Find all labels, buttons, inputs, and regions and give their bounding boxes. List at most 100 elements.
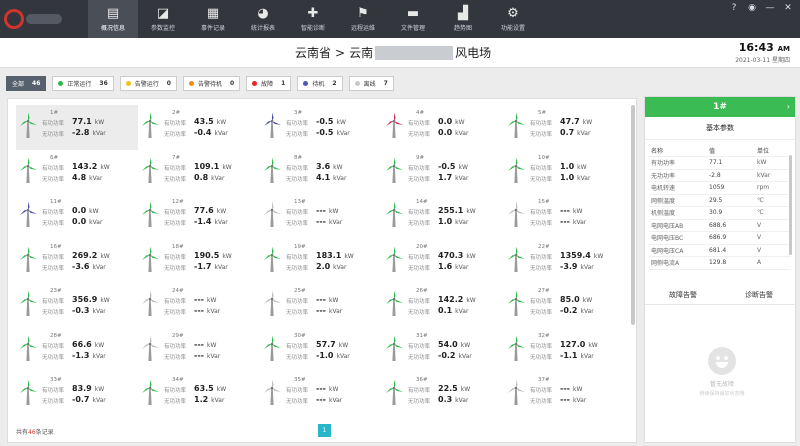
param-value: 29.5	[707, 194, 755, 207]
nav-item-event-log[interactable]: ▦ 事件记录	[188, 0, 238, 38]
turbine-detail-panel: 1# › 基本参数 名称值单位 有功功率 77.1 kW 无功功率 -2.8 kVar 电机转…	[644, 96, 797, 443]
turbine-card[interactable]: 22# 有功功率 无功功率 1359.4 kW -3.9 kVar	[504, 239, 626, 284]
turbine-card[interactable]: 29# 有功功率 无功功率 --- kW --- kVar	[138, 328, 260, 373]
unit-kw: kW	[94, 119, 105, 126]
turbine-card[interactable]: 23# 有功功率 无功功率 356.9 kW -0.3 kVar	[16, 283, 138, 328]
turbine-id: 28#	[50, 332, 62, 339]
value-number: 470.3	[438, 250, 464, 260]
reactive-power-label: 无功功率	[408, 132, 431, 138]
wind-turbine-icon	[142, 379, 159, 405]
turbine-card[interactable]: 28# 有功功率 无功功率 66.6 kW -1.3 kVar	[16, 328, 138, 373]
turbine-card[interactable]: 7# 有功功率 无功功率 109.1 kW 0.8 kVar	[138, 150, 260, 195]
turbine-card[interactable]: 25# 有功功率 无功功率 --- kW --- kVar	[260, 283, 382, 328]
filter-chip[interactable]: 正常运行 36	[52, 76, 114, 91]
turbine-id: 18#	[172, 243, 184, 250]
turbine-card[interactable]: 14# 有功功率 无功功率 255.1 kW 1.0 kVar	[382, 194, 504, 239]
active-power-label: 有功功率	[286, 165, 309, 172]
reactive-power-label: 无功功率	[530, 354, 553, 361]
turbine-card[interactable]: 34# 有功功率 无功功率 63.5 kW 1.2 kVar	[138, 372, 260, 417]
turbine-card[interactable]: 15# 有功功率 无功功率 --- kW --- kVar	[504, 194, 626, 239]
unit-kvar: kVar	[211, 174, 225, 182]
turbine-card[interactable]: 8# 有功功率 无功功率 3.6 kW 4.1 kVar	[260, 150, 382, 195]
unit-kvar: kVar	[455, 263, 469, 271]
turbine-card[interactable]: 3# 有功功率 无功功率 -0.5 kW -0.5 kVar	[260, 105, 382, 150]
turbine-card[interactable]: 4# 有功功率 无功功率 0.0 kW 0.0 kVar	[382, 105, 504, 150]
company-logo-icon	[4, 7, 64, 31]
turbine-card[interactable]: 33# 有功功率 无功功率 83.9 kW -0.7 kVar	[16, 372, 138, 417]
turbine-card[interactable]: 5# 有功功率 无功功率 47.7 kW 0.7 kVar	[504, 105, 626, 150]
turbine-card[interactable]: 20# 有功功率 无功功率 470.3 kW 1.6 kVar	[382, 239, 504, 284]
unit-kw: kW	[216, 386, 227, 393]
reactive-power-value: 1.0 kVar	[560, 173, 590, 182]
nav-item-remote-maintenance[interactable]: ⚑ 远程运维	[338, 0, 388, 38]
detail-title: 1#	[713, 102, 727, 112]
page-1-button[interactable]: 1	[318, 424, 331, 437]
turbine-card[interactable]: 2# 有功功率 无功功率 43.5 kW -0.4 kVar	[138, 105, 260, 150]
turbine-card[interactable]: 9# 有功功率 无功功率 -0.5 kW 1.7 kVar	[382, 150, 504, 195]
turbine-card[interactable]: 6# 有功功率 无功功率 143.2 kW 4.8 kVar	[16, 150, 138, 195]
reactive-power-label: 无功功率	[408, 399, 431, 405]
filter-chip[interactable]: 告警待机 0	[182, 76, 241, 91]
turbine-card[interactable]: 35# 有功功率 无功功率 --- kW --- kVar	[260, 372, 382, 417]
wind-turbine-icon	[264, 290, 281, 316]
wind-turbine-icon	[142, 290, 159, 316]
unit-kvar: kVar	[92, 352, 106, 360]
tab-fault-alarm[interactable]: 故障告警	[669, 290, 697, 300]
reactive-power-value: -1.7 kVar	[194, 262, 228, 271]
turbine-card[interactable]: 31# 有功功率 无功功率 54.0 kW -0.2 kVar	[382, 328, 504, 373]
turbine-card[interactable]: 26# 有功功率 无功功率 142.2 kW 0.1 kVar	[382, 283, 504, 328]
turbine-card[interactable]: 37# 有功功率 无功功率 --- kW --- kVar	[504, 372, 626, 417]
reactive-power-value: 0.0 kVar	[72, 217, 102, 226]
unit-kw: kW	[328, 208, 339, 215]
turbine-id: 20#	[416, 243, 428, 250]
active-power-value: 183.1 kW	[316, 251, 354, 260]
turbine-card[interactable]: 32# 有功功率 无功功率 127.0 kW -1.1 kVar	[504, 328, 626, 373]
value-number: -0.2	[560, 306, 578, 315]
active-power-label: 有功功率	[530, 210, 553, 216]
filter-chip[interactable]: 离线 7	[348, 76, 394, 91]
turbine-card[interactable]: 10# 有功功率 无功功率 1.0 kW 1.0 kVar	[504, 150, 626, 195]
unit-kvar: kVar	[455, 308, 469, 315]
detail-subtitle: 基本参数	[645, 117, 795, 140]
turbine-card[interactable]: 19# 有功功率 无功功率 183.1 kW 2.0 kVar	[260, 239, 382, 284]
turbine-card[interactable]: 16# 有功功率 无功功率 269.2 kW -3.6 kVar	[16, 239, 138, 284]
wind-turbine-icon	[386, 335, 403, 361]
minimize-icon[interactable]: —	[764, 3, 776, 13]
value-number: ---	[316, 217, 326, 226]
turbine-card[interactable]: 27# 有功功率 无功功率 85.0 kW -0.2 kVar	[504, 283, 626, 328]
filter-chip[interactable]: 全部 46	[6, 76, 47, 91]
nav-item-folder[interactable]: ▬ 文件管理	[388, 0, 438, 38]
filter-chip[interactable]: 故障 1	[246, 76, 292, 91]
turbine-card[interactable]: 24# 有功功率 无功功率 --- kW --- kVar	[138, 283, 260, 328]
nav-item-pie-chart[interactable]: ◕ 统计报表	[238, 0, 288, 38]
reactive-power-label: 无功功率	[530, 399, 553, 405]
unit-kw: kW	[572, 386, 583, 393]
help-icon[interactable]: ?	[728, 3, 740, 13]
turbine-card[interactable]: 18# 有功功率 无功功率 190.5 kW -1.7 kVar	[138, 239, 260, 284]
nav-item-settings[interactable]: ⚙ 功能设置	[488, 0, 538, 38]
turbine-card[interactable]: 13# 有功功率 无功功率 --- kW --- kVar	[260, 194, 382, 239]
chevron-right-icon[interactable]: ›	[787, 97, 790, 117]
param-name: 有功功率	[649, 156, 707, 170]
nav-item-trend-chart[interactable]: ▟ 趋势图	[438, 0, 488, 38]
turbine-card[interactable]: 30# 有功功率 无功功率 57.7 kW -1.0 kVar	[260, 328, 382, 373]
empty-state: 暂无故障 继续保持良好状态哦	[697, 347, 747, 397]
turbine-card[interactable]: 11# 有功功率 无功功率 0.0 kW 0.0 kVar	[16, 194, 138, 239]
filter-chip[interactable]: 待机 2	[297, 76, 343, 91]
filter-chip[interactable]: 告警运行 0	[119, 76, 177, 91]
reactive-power-value: 1.7 kVar	[438, 173, 468, 182]
value-number: 3.6	[316, 161, 331, 171]
nav-item-medical-kit[interactable]: ✚ 智能诊断	[288, 0, 338, 38]
nav-item-monitor[interactable]: ◪ 参数监控	[138, 0, 188, 38]
pie-chart-icon: ◕	[257, 6, 269, 21]
param-scrollbar[interactable]	[789, 155, 792, 255]
turbine-card[interactable]: 1# 有功功率 无功功率 77.1 kW -2.8 kVar	[16, 105, 138, 150]
turbine-card[interactable]: 12# 有功功率 无功功率 77.6 kW -1.4 kVar	[138, 194, 260, 239]
turbine-scrollbar[interactable]	[631, 105, 635, 325]
user-icon[interactable]: ◉	[746, 3, 758, 13]
turbine-card[interactable]: 36# 有功功率 无功功率 22.5 kW 0.3 kVar	[382, 372, 504, 417]
filter-count: 0	[229, 80, 235, 87]
close-icon[interactable]: ✕	[782, 3, 794, 13]
tab-diagnostic-alarm[interactable]: 诊断告警	[745, 290, 773, 300]
nav-item-overview[interactable]: ▤ 概况信息	[88, 0, 138, 38]
